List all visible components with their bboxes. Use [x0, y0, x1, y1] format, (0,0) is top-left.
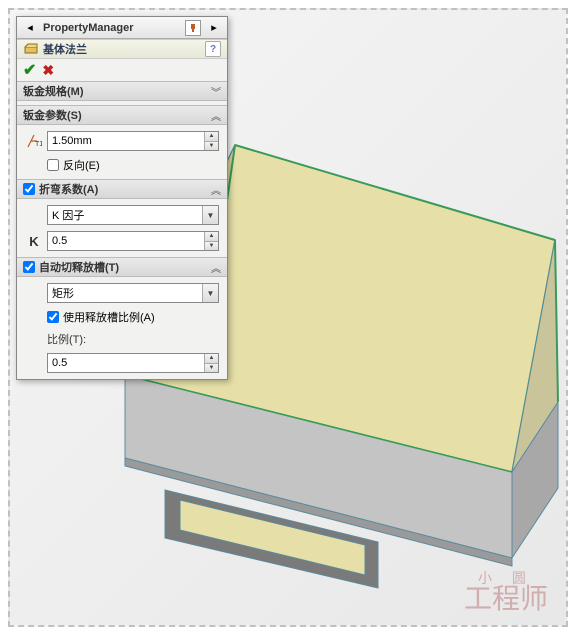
thickness-input[interactable]: ▲▼: [47, 131, 219, 151]
group-gauge-label: 钣金规格(M): [23, 83, 207, 99]
nav-next-icon[interactable]: ▸: [205, 20, 223, 36]
group-bend-label: 折弯系数(A): [39, 181, 207, 197]
relief-enable-checkbox[interactable]: [23, 261, 35, 273]
use-ratio-checkbox[interactable]: [47, 311, 59, 323]
group-bend-header[interactable]: 折弯系数(A) ︽: [17, 179, 227, 199]
dropdown-arrow-icon: ▼: [202, 206, 218, 224]
spin-up-icon[interactable]: ▲: [205, 354, 218, 364]
bend-method-dropdown[interactable]: K 因子 ▼: [47, 205, 219, 225]
bend-method-value: K 因子: [52, 207, 202, 223]
relief-type-value: 矩形: [52, 285, 202, 301]
ratio-label: 比例(T):: [25, 331, 219, 347]
bend-enable-checkbox[interactable]: [23, 183, 35, 195]
spin-up-icon[interactable]: ▲: [205, 232, 218, 242]
group-params-body: T1 ▲▼ 反向(E): [17, 125, 227, 179]
spin-down-icon[interactable]: ▼: [205, 364, 218, 373]
group-gauge-header[interactable]: 钣金规格(M) ︾: [17, 81, 227, 101]
ratio-field[interactable]: [48, 354, 204, 372]
k-factor-field[interactable]: [48, 232, 204, 250]
help-icon[interactable]: ?: [205, 41, 221, 57]
thickness-icon: T1: [25, 132, 43, 150]
group-bend-body: K 因子 ▼ K ▲▼: [17, 199, 227, 257]
spin-down-icon[interactable]: ▼: [205, 242, 218, 251]
thickness-field[interactable]: [48, 132, 204, 150]
spin-up-icon[interactable]: ▲: [205, 132, 218, 142]
group-relief-header[interactable]: 自动切释放槽(T) ︽: [17, 257, 227, 277]
reverse-label: 反向(E): [63, 157, 100, 173]
chevron-up-icon: ︽: [211, 108, 221, 123]
graphics-viewport[interactable]: ◂ PropertyManager ▸ 基体法兰 ? ✔ ✖ 钣金规格(M) ︾…: [8, 8, 568, 627]
k-factor-input[interactable]: ▲▼: [47, 231, 219, 251]
nav-prev-icon[interactable]: ◂: [21, 20, 39, 36]
panel-header: ◂ PropertyManager ▸: [17, 17, 227, 39]
watermark-line2: 工程师: [464, 583, 548, 614]
panel-title: PropertyManager: [43, 22, 181, 34]
dropdown-arrow-icon: ▼: [202, 284, 218, 302]
pin-icon[interactable]: [185, 20, 201, 36]
spin-down-icon[interactable]: ▼: [205, 142, 218, 151]
watermark: 小 圆 工程师: [464, 571, 548, 613]
base-flange-icon: [23, 41, 39, 57]
reverse-checkbox[interactable]: [47, 159, 59, 171]
ok-button[interactable]: ✔: [23, 60, 36, 80]
feature-title: 基体法兰: [43, 41, 201, 57]
group-relief-body: 矩形 ▼ 使用释放槽比例(A) 比例(T): ▲▼: [17, 277, 227, 379]
use-ratio-label: 使用释放槽比例(A): [63, 309, 155, 325]
confirm-row: ✔ ✖: [17, 59, 227, 81]
k-factor-prefix: K: [25, 234, 43, 249]
group-relief-label: 自动切释放槽(T): [39, 259, 207, 275]
group-params-header[interactable]: 钣金参数(S) ︽: [17, 105, 227, 125]
chevron-up-icon: ︽: [211, 182, 221, 197]
feature-title-row: 基体法兰 ?: [17, 39, 227, 59]
svg-text:T1: T1: [35, 141, 42, 148]
group-params-label: 钣金参数(S): [23, 107, 207, 123]
property-manager-panel: ◂ PropertyManager ▸ 基体法兰 ? ✔ ✖ 钣金规格(M) ︾…: [16, 16, 228, 380]
relief-type-dropdown[interactable]: 矩形 ▼: [47, 283, 219, 303]
chevron-down-icon: ︾: [211, 84, 221, 99]
chevron-up-icon: ︽: [211, 260, 221, 275]
cancel-button[interactable]: ✖: [42, 62, 54, 79]
ratio-input[interactable]: ▲▼: [47, 353, 219, 373]
